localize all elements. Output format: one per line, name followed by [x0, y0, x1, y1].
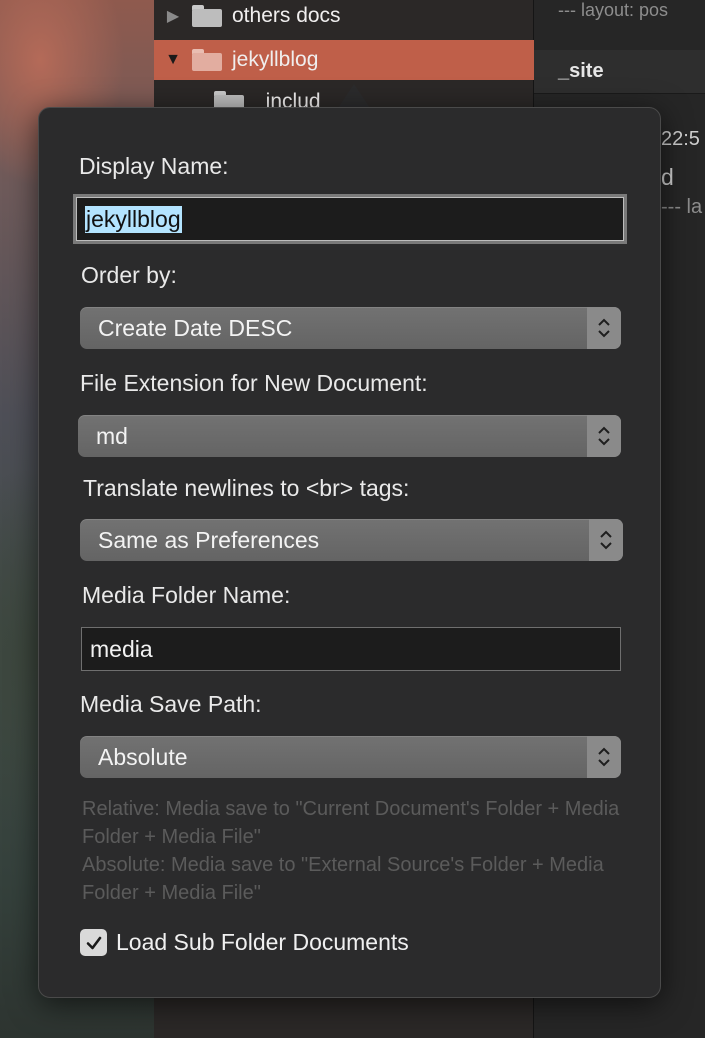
up-down-chevron-icon	[589, 519, 623, 561]
media-save-path-help: Relative: Media save to "Current Documen…	[82, 795, 622, 907]
file-extension-select[interactable]: md	[78, 415, 621, 457]
up-down-chevron-icon	[587, 415, 621, 457]
file-extension-value: md	[96, 422, 128, 449]
translate-newlines-value: Same as Preferences	[98, 526, 320, 553]
load-sub-folder-label: Load Sub Folder Documents	[116, 929, 409, 955]
checkmark-icon	[86, 936, 101, 949]
sidebar-item-label: jekyllblog	[232, 48, 319, 71]
help-relative: Relative: Media save to "Current Documen…	[82, 798, 620, 848]
up-down-chevron-icon	[587, 736, 621, 778]
document-excerpt-fragment: --- la	[661, 196, 703, 218]
sidebar-item-label: others docs	[232, 4, 341, 27]
load-sub-folder-checkbox[interactable]	[80, 929, 107, 956]
media-save-path-select[interactable]: Absolute	[80, 736, 621, 778]
order-by-select[interactable]: Create Date DESC	[80, 307, 621, 349]
translate-newlines-select[interactable]: Same as Preferences	[80, 519, 623, 561]
media-folder-name-value: media	[90, 635, 153, 662]
help-absolute: Absolute: Media save to "External Source…	[82, 854, 604, 904]
file-extension-label: File Extension for New Document:	[80, 370, 428, 396]
folder-icon	[192, 5, 222, 27]
sidebar-item-others-docs[interactable]: ▶ others docs	[154, 0, 534, 36]
document-time: 22:5	[661, 128, 700, 150]
media-folder-name-field[interactable]: media	[81, 627, 621, 671]
sidebar-item-jekyllblog[interactable]: ▼ jekyllblog	[154, 40, 534, 80]
translate-newlines-label: Translate newlines to <br> tags:	[83, 475, 410, 501]
display-name-label: Display Name:	[79, 153, 229, 179]
media-folder-name-label: Media Folder Name:	[82, 582, 291, 608]
media-save-path-value: Absolute	[98, 743, 188, 770]
folder-icon	[192, 49, 222, 71]
disclosure-collapsed-icon[interactable]: ▶	[162, 6, 184, 26]
order-by-label: Order by:	[81, 262, 177, 288]
display-name-value: jekyllblog	[85, 205, 182, 233]
media-save-path-label: Media Save Path:	[80, 691, 262, 717]
popover-arrow	[338, 84, 370, 108]
up-down-chevron-icon	[587, 307, 621, 349]
document-title-fragment: d	[661, 164, 674, 190]
load-sub-folder-checkbox-row[interactable]: Load Sub Folder Documents	[80, 929, 409, 956]
disclosure-expanded-icon[interactable]: ▼	[162, 51, 184, 69]
folder-header[interactable]: _site	[534, 50, 705, 94]
order-by-value: Create Date DESC	[98, 314, 293, 341]
document-preview-text: --- layout: pos	[558, 0, 669, 20]
display-name-field[interactable]: jekyllblog	[76, 197, 624, 241]
